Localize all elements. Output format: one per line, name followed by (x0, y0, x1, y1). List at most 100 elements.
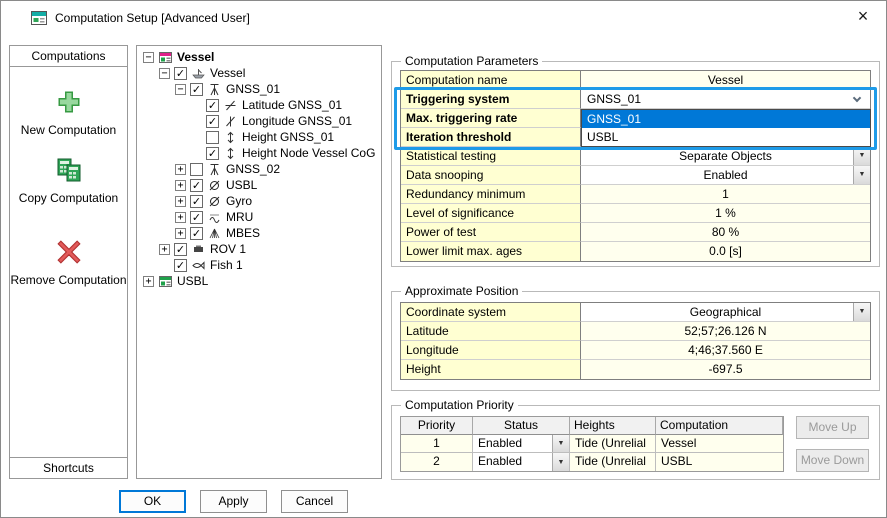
latitude-value[interactable]: 52;57;26.126 N (581, 322, 870, 341)
expand-icon[interactable]: + (175, 228, 186, 239)
param-label: Computation name (401, 71, 581, 90)
checkbox-checked[interactable]: ✓ (190, 227, 203, 240)
dropdown-option-usbl[interactable]: USBL (582, 128, 870, 146)
expand-icon[interactable]: + (175, 164, 186, 175)
collapse-icon[interactable]: − (159, 68, 170, 79)
collapse-icon[interactable]: − (143, 52, 154, 63)
combo-arrow-button[interactable]: ▼ (853, 166, 870, 184)
height-value[interactable]: -697.5 (581, 360, 870, 379)
tree-item-label: Fish 1 (210, 258, 243, 272)
remove-computation-button[interactable]: Remove Computation (10, 239, 127, 287)
param-label: Data snooping (401, 166, 581, 185)
combo-arrow-button[interactable]: ▼ (853, 303, 870, 321)
table-row: 1 Enabled ▼ Tide (Unrelial Vessel (401, 435, 783, 453)
chevron-down-icon[interactable] (853, 94, 861, 102)
combo-arrow-icon: ▼ (859, 303, 866, 321)
collapse-icon[interactable]: − (175, 84, 186, 95)
sidebar-header-computations[interactable]: Computations (10, 46, 127, 67)
checkbox-checked[interactable]: ✓ (190, 179, 203, 192)
coordinate-system-combobox[interactable]: Geographical ▼ (581, 303, 870, 322)
check-icon: ✓ (191, 84, 202, 95)
checkbox-checked[interactable]: ✓ (206, 147, 219, 160)
computation-name-value[interactable]: Vessel (581, 71, 870, 90)
status-combobox[interactable]: Enabled ▼ (473, 453, 570, 471)
longitude-value[interactable]: 4;46;37.560 E (581, 341, 870, 360)
lower-limit-max-ages-value[interactable]: 0.0 [s] (581, 242, 870, 261)
table-row: 2 Enabled ▼ Tide (Unrelial USBL (401, 453, 783, 471)
tree-item-fish-1[interactable]: ✓ Fish 1 (137, 257, 381, 273)
app-icon (31, 10, 47, 26)
expand-icon[interactable]: + (175, 196, 186, 207)
table-row: Height -697.5 (401, 360, 870, 379)
checkbox-checked[interactable]: ✓ (206, 99, 219, 112)
apply-button[interactable]: Apply (200, 490, 267, 513)
checkbox-checked[interactable]: ✓ (190, 195, 203, 208)
tree-item-gyro[interactable]: + ✓ Gyro (137, 193, 381, 209)
expand-icon[interactable]: + (175, 180, 186, 191)
tree-item-latitude-gnss-01[interactable]: ✓ Latitude GNSS_01 (137, 97, 381, 113)
computation-parameters-group: Computation Parameters Computation name … (391, 61, 880, 267)
table-row: Latitude 52;57;26.126 N (401, 322, 870, 341)
priority-cell[interactable]: 1 (401, 435, 473, 453)
tree-item-rov-1[interactable]: + ✓ ROV 1 (137, 241, 381, 257)
computation-cell[interactable]: USBL (656, 453, 783, 471)
move-down-button[interactable]: Move Down (796, 449, 869, 472)
tree-item-gnss-02[interactable]: + GNSS_02 (137, 161, 381, 177)
expand-icon[interactable]: + (143, 276, 154, 287)
tree-item-mru[interactable]: + ✓ MRU (137, 209, 381, 225)
combo-arrow-button[interactable]: ▼ (552, 435, 569, 452)
dropdown-option-gnss-01[interactable]: GNSS_01 (582, 110, 870, 128)
expand-icon[interactable]: + (159, 244, 170, 255)
tree-item-vessel-root[interactable]: − Vessel (137, 49, 381, 65)
close-icon[interactable]: × (852, 6, 874, 28)
data-snooping-combobox[interactable]: Enabled ▼ (581, 166, 870, 185)
tree-item-longitude-gnss-01[interactable]: ✓ Longitude GNSS_01 (137, 113, 381, 129)
ok-button[interactable]: OK (119, 490, 186, 513)
heights-cell[interactable]: Tide (Unrelial (570, 453, 656, 471)
param-label: Power of test (401, 223, 581, 242)
computation-cell[interactable]: Vessel (656, 435, 783, 453)
check-icon: ✓ (175, 244, 186, 255)
new-computation-button[interactable]: New Computation (10, 89, 127, 137)
new-computation-label: New Computation (21, 123, 116, 137)
tree-item-height-node-vessel-cog[interactable]: ✓ Height Node Vessel CoG (137, 145, 381, 161)
checkbox-checked[interactable]: ✓ (174, 67, 187, 80)
tree-item-height-gnss-01[interactable]: Height GNSS_01 (137, 129, 381, 145)
copy-computation-button[interactable]: Copy Computation (10, 157, 127, 205)
move-up-button[interactable]: Move Up (796, 416, 869, 439)
mbes-icon (207, 226, 222, 240)
checkbox-unchecked[interactable] (190, 163, 203, 176)
checkbox-checked[interactable]: ✓ (190, 83, 203, 96)
plus-icon (56, 89, 82, 118)
checkbox-unchecked[interactable] (206, 131, 219, 144)
status-combobox[interactable]: Enabled ▼ (473, 435, 570, 453)
tree-item-usbl-root[interactable]: + USBL (137, 273, 381, 289)
heights-cell[interactable]: Tide (Unrelial (570, 435, 656, 453)
param-label: Lower limit max. ages (401, 242, 581, 261)
combo-arrow-icon: ▼ (859, 147, 866, 165)
cancel-button[interactable]: Cancel (281, 490, 348, 513)
tree-item-gnss-01[interactable]: − ✓ GNSS_01 (137, 81, 381, 97)
parameters-table: Computation name Vessel Triggering syste… (400, 70, 871, 262)
computations-sidebar: Computations New Computation C (9, 45, 128, 479)
checkbox-checked[interactable]: ✓ (174, 243, 187, 256)
power-of-test-value[interactable]: 80 % (581, 223, 870, 242)
checkbox-checked[interactable]: ✓ (174, 259, 187, 272)
expander-spacer (191, 116, 202, 127)
shortcuts-button[interactable]: Shortcuts (10, 457, 127, 478)
expander-spacer (191, 100, 202, 111)
tree-item-vessel[interactable]: − ✓ Vessel (137, 65, 381, 81)
statistical-testing-combobox[interactable]: Separate Objects ▼ (581, 147, 870, 166)
redundancy-minimum-value[interactable]: 1 (581, 185, 870, 204)
expand-icon[interactable]: + (175, 212, 186, 223)
combo-arrow-button[interactable]: ▼ (853, 147, 870, 165)
checkbox-checked[interactable]: ✓ (190, 211, 203, 224)
level-of-significance-value[interactable]: 1 % (581, 204, 870, 223)
priority-cell[interactable]: 2 (401, 453, 473, 471)
tree-item-usbl[interactable]: + ✓ USBL (137, 177, 381, 193)
triggering-system-combobox[interactable]: GNSS_01 (581, 90, 870, 109)
height-icon (223, 130, 238, 144)
tree-item-mbes[interactable]: + ✓ MBES (137, 225, 381, 241)
checkbox-checked[interactable]: ✓ (206, 115, 219, 128)
combo-arrow-button[interactable]: ▼ (552, 453, 569, 471)
